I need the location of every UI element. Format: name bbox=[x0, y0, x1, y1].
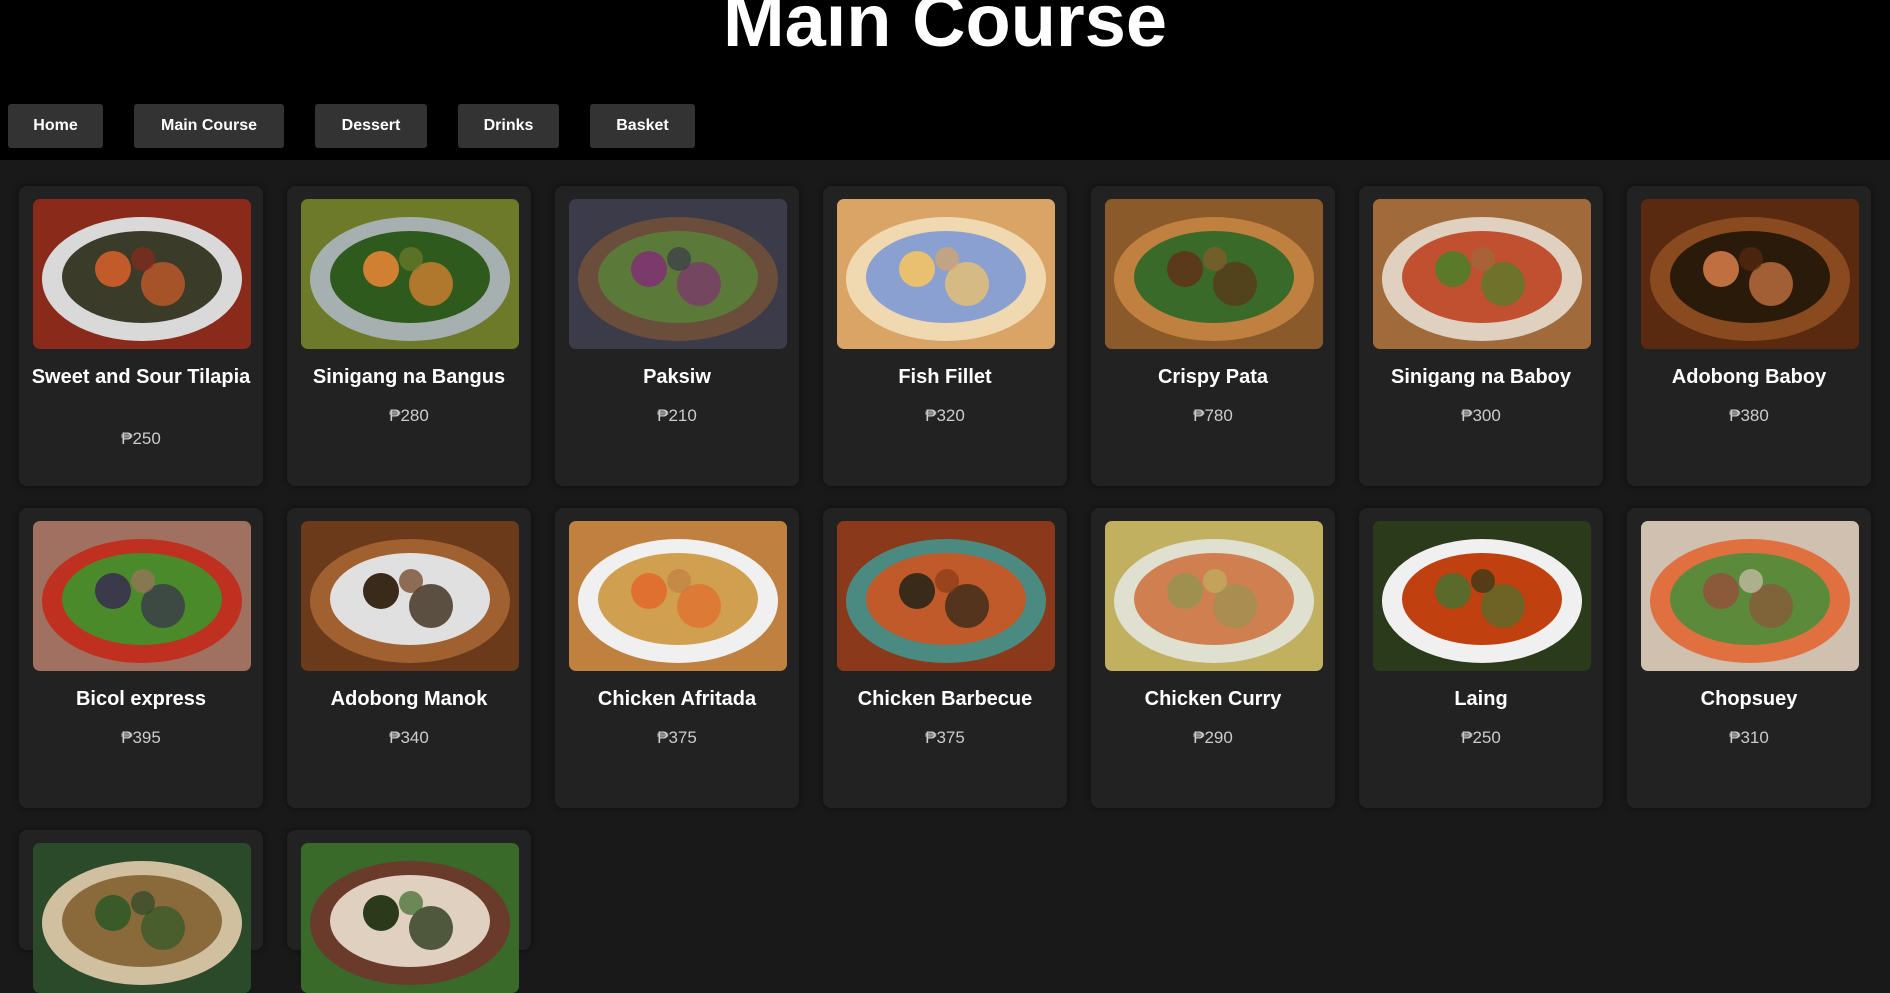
dish-image[interactable] bbox=[33, 521, 251, 671]
menu-item-card[interactable]: Chicken Barbecue ₱375 bbox=[823, 508, 1067, 808]
menu-item-card[interactable]: Laing ₱250 bbox=[1359, 508, 1603, 808]
menu-item-card[interactable] bbox=[287, 830, 531, 993]
menu-item-card[interactable]: Adobong Manok ₱340 bbox=[287, 508, 531, 808]
dish-image[interactable] bbox=[1641, 199, 1859, 349]
dish-price: ₱210 bbox=[657, 406, 697, 425]
dish-price: ₱290 bbox=[1193, 728, 1233, 747]
dish-name: Chicken Afritada bbox=[597, 688, 757, 710]
dish-name: Chicken Curry bbox=[1144, 688, 1282, 710]
menu-item-card[interactable]: Sweet and Sour Tilapia ₱250 bbox=[19, 186, 263, 486]
dish-image[interactable] bbox=[1641, 521, 1859, 671]
dish-name: Crispy Pata bbox=[1157, 366, 1269, 388]
menu-item-card[interactable]: Chopsuey ₱310 bbox=[1627, 508, 1871, 808]
dish-name: Sweet and Sour Tilapia bbox=[31, 366, 251, 388]
menu-item-card[interactable]: Crispy Pata ₱780 bbox=[1091, 186, 1335, 486]
menu-item-card[interactable]: Paksiw ₱210 bbox=[555, 186, 799, 486]
dish-name: Sinigang na Bangus bbox=[312, 366, 506, 388]
dish-price: ₱300 bbox=[1461, 406, 1501, 425]
dish-name: Adobong Manok bbox=[330, 688, 488, 710]
dish-price: ₱375 bbox=[925, 728, 965, 747]
dish-name: Sinigang na Baboy bbox=[1390, 366, 1572, 388]
dish-price: ₱250 bbox=[1461, 728, 1501, 747]
dish-name: Chicken Barbecue bbox=[857, 688, 1033, 710]
menu-grid: Sweet and Sour Tilapia ₱250 Sinigang na Ba… bbox=[19, 186, 1871, 993]
dish-name: Fish Fillet bbox=[898, 366, 992, 388]
dish-name: Adobong Baboy bbox=[1671, 366, 1827, 388]
menu-item-card[interactable]: Bicol express ₱395 bbox=[19, 508, 263, 808]
menu-item-card[interactable] bbox=[19, 830, 263, 993]
page-title: Main Course bbox=[722, 0, 1168, 62]
dish-image[interactable] bbox=[1105, 521, 1323, 671]
dish-image[interactable] bbox=[1105, 199, 1323, 349]
dish-price: ₱380 bbox=[1729, 406, 1769, 425]
dish-price: ₱280 bbox=[389, 406, 429, 425]
dish-image[interactable] bbox=[1373, 521, 1591, 671]
menu-item-card[interactable]: Chicken Curry ₱290 bbox=[1091, 508, 1335, 808]
nav-home-button[interactable]: Home bbox=[8, 104, 103, 148]
nav-main-course-button[interactable]: Main Course bbox=[134, 104, 284, 148]
dish-price: ₱395 bbox=[121, 728, 161, 747]
main-nav: Home Main Course Dessert Drinks Basket bbox=[8, 104, 726, 148]
dish-price: ₱320 bbox=[925, 406, 965, 425]
dish-image[interactable] bbox=[569, 521, 787, 671]
menu-item-card[interactable]: Adobong Baboy ₱380 bbox=[1627, 186, 1871, 486]
menu-item-card[interactable]: Sinigang na Baboy ₱300 bbox=[1359, 186, 1603, 486]
dish-name: Bicol express bbox=[75, 688, 207, 710]
dish-price: ₱250 bbox=[121, 429, 161, 448]
header: Main Course Home Main Course Dessert Dri… bbox=[0, 0, 1890, 160]
dish-price: ₱340 bbox=[389, 728, 429, 747]
dish-image[interactable] bbox=[301, 843, 519, 993]
dish-image[interactable] bbox=[837, 199, 1055, 349]
dish-image[interactable] bbox=[301, 521, 519, 671]
dish-name: Laing bbox=[1454, 688, 1508, 710]
dish-image[interactable] bbox=[33, 199, 251, 349]
menu-item-card[interactable]: Sinigang na Bangus ₱280 bbox=[287, 186, 531, 486]
dish-name: Paksiw bbox=[643, 366, 711, 388]
menu-item-card[interactable]: Chicken Afritada ₱375 bbox=[555, 508, 799, 808]
nav-dessert-button[interactable]: Dessert bbox=[315, 104, 427, 148]
dish-image[interactable] bbox=[569, 199, 787, 349]
dish-image[interactable] bbox=[1373, 199, 1591, 349]
dish-price: ₱375 bbox=[657, 728, 697, 747]
dish-image[interactable] bbox=[301, 199, 519, 349]
dish-image[interactable] bbox=[33, 843, 251, 993]
dish-price: ₱310 bbox=[1729, 728, 1769, 747]
dish-image[interactable] bbox=[837, 521, 1055, 671]
menu-item-card[interactable]: Fish Fillet ₱320 bbox=[823, 186, 1067, 486]
nav-drinks-button[interactable]: Drinks bbox=[458, 104, 559, 148]
dish-name: Chopsuey bbox=[1700, 688, 1798, 710]
dish-price: ₱780 bbox=[1193, 406, 1233, 425]
nav-basket-button[interactable]: Basket bbox=[590, 104, 695, 148]
